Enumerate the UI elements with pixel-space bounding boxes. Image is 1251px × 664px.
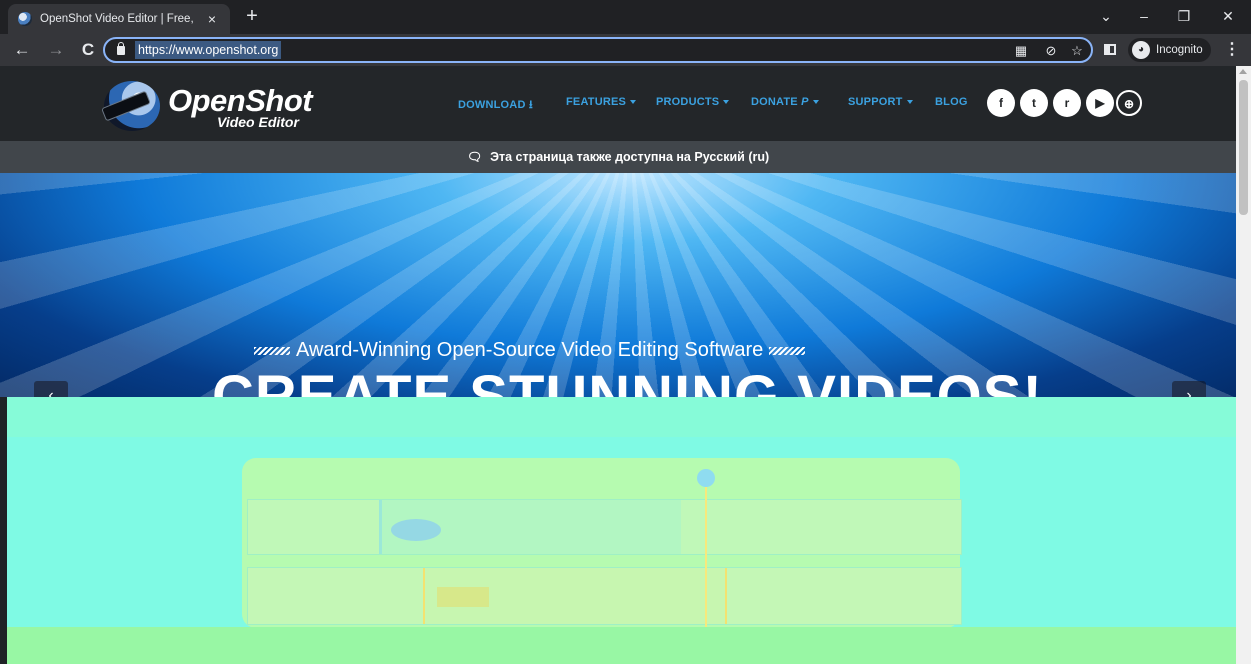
- openshot-logo[interactable]: OpenShot Video Editor: [101, 81, 319, 131]
- bookmark-star-icon[interactable]: ☆: [1068, 42, 1086, 60]
- site-navbar: OpenShot Video Editor DOWNLOAD ⭳ FEATURE…: [0, 66, 1236, 141]
- youtube-icon[interactable]: ▶: [1086, 89, 1114, 117]
- nav-products-label: PRODUCTS: [656, 96, 720, 108]
- qr-code-icon[interactable]: ▦: [1012, 42, 1030, 60]
- nav-features[interactable]: FEATURES: [566, 96, 637, 108]
- browser-toolbar: ← → C https://www.openshot.org ▦ ⊘ ☆ ◕ I…: [0, 34, 1251, 66]
- hero-tagline-text: Award-Winning Open-Source Video Editing …: [296, 339, 764, 361]
- reddit-icon[interactable]: r: [1053, 89, 1081, 117]
- hero-tagline: Award-Winning Open-Source Video Editing …: [248, 339, 811, 362]
- carousel-prev-button[interactable]: ‹: [34, 381, 68, 397]
- address-bar[interactable]: https://www.openshot.org ▦ ⊘ ☆: [103, 37, 1093, 63]
- nav-blog-label: BLOG: [935, 96, 968, 108]
- tab-title: OpenShot Video Editor | Free, Op: [40, 13, 196, 25]
- caret-down-icon: [812, 100, 819, 105]
- clip-thumbnail-artifact: [391, 519, 441, 541]
- restore-button[interactable]: ❐: [1164, 4, 1204, 28]
- page-scrollbar[interactable]: [1236, 66, 1251, 664]
- incognito-label: Incognito: [1156, 44, 1203, 56]
- glitch-band: [7, 397, 1236, 437]
- browser-menu-button[interactable]: ⋮: [1224, 38, 1240, 62]
- stripes-decoration: [254, 346, 290, 355]
- tab-search-dropdown-icon[interactable]: ⌄: [1086, 4, 1126, 28]
- url-text[interactable]: https://www.openshot.org: [135, 41, 282, 59]
- caret-down-icon: [723, 100, 730, 105]
- reload-button[interactable]: C: [76, 38, 100, 62]
- nav-donate-label: DONATE: [751, 96, 798, 108]
- nav-support[interactable]: SUPPORT: [848, 96, 913, 108]
- close-window-button[interactable]: ✕: [1208, 4, 1248, 28]
- playhead-artifact: [705, 473, 707, 629]
- stripes-decoration: [769, 346, 806, 355]
- openshot-favicon-icon: [18, 12, 32, 26]
- caret-down-icon: [630, 100, 637, 105]
- nav-support-label: SUPPORT: [848, 96, 903, 108]
- forward-button[interactable]: →: [44, 38, 68, 62]
- lock-icon[interactable]: [117, 42, 125, 55]
- nav-donate[interactable]: DONATE P: [751, 96, 819, 108]
- minimize-button[interactable]: –: [1124, 4, 1164, 28]
- playhead-knob-artifact: [697, 469, 715, 487]
- globe-icon[interactable]: ⊕: [1116, 90, 1142, 116]
- glitched-render-region: [7, 397, 1236, 664]
- eye-off-icon[interactable]: ⊘: [1042, 42, 1060, 60]
- language-notice-text: Эта страница также доступна на Русский (…: [490, 150, 770, 164]
- facebook-icon[interactable]: f: [987, 89, 1015, 117]
- incognito-icon: ◕: [1132, 41, 1150, 59]
- paypal-icon: P: [801, 96, 809, 108]
- language-notice-bar[interactable]: 🗨 Эта страница также доступна на Русский …: [0, 141, 1236, 173]
- nav-products[interactable]: PRODUCTS: [656, 96, 730, 108]
- back-button[interactable]: ←: [10, 38, 34, 62]
- download-icon: ⭳: [528, 99, 533, 111]
- caret-down-icon: [906, 100, 913, 105]
- glitch-bottom-band: [7, 627, 1236, 664]
- logo-subtitle: Video Editor: [217, 114, 299, 130]
- scrollbar-thumb[interactable]: [1239, 80, 1248, 215]
- tab-strip: OpenShot Video Editor | Free, Op × + ⌄ –…: [0, 0, 1251, 34]
- nav-download[interactable]: DOWNLOAD ⭳: [458, 96, 533, 115]
- scroll-up-arrow-icon[interactable]: [1239, 69, 1247, 74]
- side-panel-icon[interactable]: [1104, 44, 1116, 55]
- nav-features-label: FEATURES: [566, 96, 627, 108]
- clip-thumbnail-artifact: [437, 587, 489, 607]
- browser-tab-openshot[interactable]: OpenShot Video Editor | Free, Op ×: [8, 4, 230, 34]
- chat-bubble-icon: 🗨: [466, 150, 483, 164]
- hero-headline: CREATE STUNNING VIDEOS!: [212, 364, 1043, 397]
- hero-banner: Award-Winning Open-Source Video Editing …: [0, 173, 1236, 397]
- nav-blog[interactable]: BLOG: [935, 96, 968, 108]
- close-tab-button[interactable]: ×: [204, 11, 220, 27]
- new-tab-button[interactable]: +: [240, 5, 264, 29]
- incognito-indicator[interactable]: ◕ Incognito: [1128, 38, 1211, 62]
- page-viewport: OpenShot Video Editor DOWNLOAD ⭳ FEATURE…: [0, 66, 1251, 664]
- twitter-icon[interactable]: t: [1020, 89, 1048, 117]
- carousel-next-button[interactable]: ›: [1172, 381, 1206, 397]
- nav-download-label: DOWNLOAD: [458, 99, 526, 111]
